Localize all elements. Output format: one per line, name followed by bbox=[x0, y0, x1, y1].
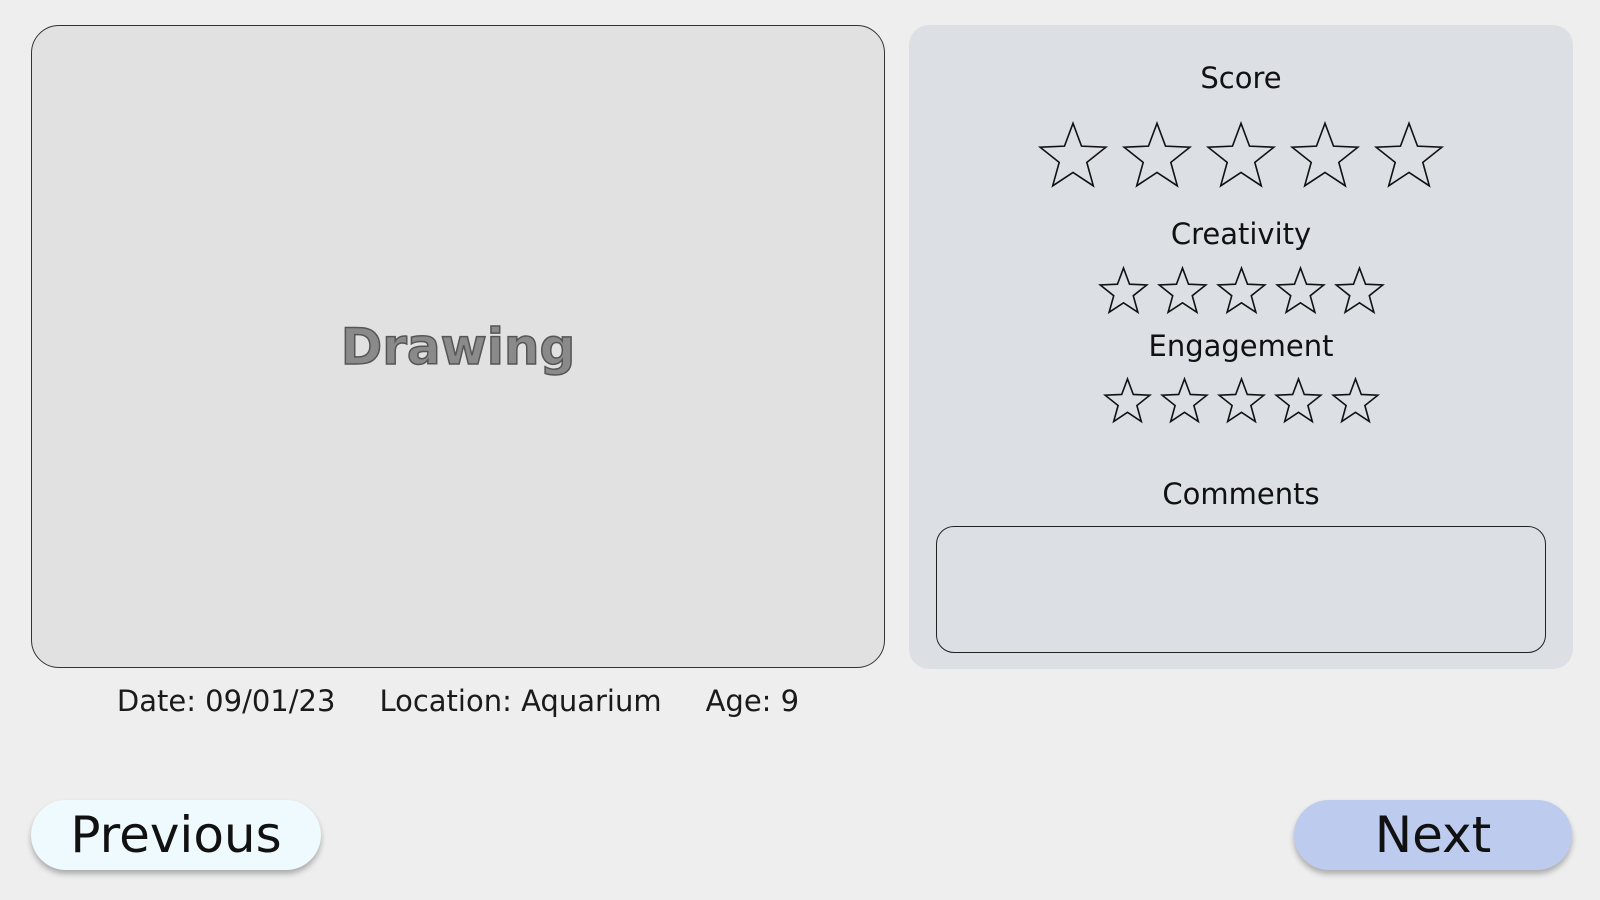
score-title: Score bbox=[1200, 61, 1282, 95]
location-label: Location: Aquarium bbox=[379, 684, 662, 718]
engagement-star-4-icon[interactable] bbox=[1273, 376, 1323, 425]
previous-button[interactable]: Previous bbox=[31, 800, 321, 870]
engagement-star-1-icon[interactable] bbox=[1102, 376, 1152, 425]
creativity-title: Creativity bbox=[1170, 217, 1312, 251]
score-star-2-icon[interactable] bbox=[1121, 119, 1193, 191]
previous-button-label: Previous bbox=[70, 806, 282, 864]
date-label: Date: 09/01/23 bbox=[116, 684, 336, 718]
score-star-4-icon[interactable] bbox=[1289, 119, 1361, 191]
engagement-star-5-icon[interactable] bbox=[1330, 376, 1380, 425]
page: Drawing Date: 09/01/23 Location: Aquariu… bbox=[0, 0, 1600, 900]
age-label: Age: 9 bbox=[705, 684, 800, 718]
drawing-canvas: Drawing bbox=[31, 25, 885, 668]
score-star-rating bbox=[909, 119, 1573, 191]
creativity-star-4-icon[interactable] bbox=[1274, 265, 1326, 316]
next-button-label: Next bbox=[1374, 806, 1492, 864]
engagement-star-2-icon[interactable] bbox=[1159, 376, 1209, 425]
comments-title: Comments bbox=[1162, 477, 1320, 511]
rating-panel: Score Creativity Engagement Comments bbox=[909, 25, 1573, 669]
drawing-metadata: Date: 09/01/23 Location: Aquarium Age: 9 bbox=[31, 684, 885, 718]
score-star-1-icon[interactable] bbox=[1037, 119, 1109, 191]
score-star-3-icon[interactable] bbox=[1205, 119, 1277, 191]
drawing-placeholder-label: Drawing bbox=[340, 317, 576, 377]
creativity-star-2-icon[interactable] bbox=[1156, 265, 1208, 316]
comments-input[interactable] bbox=[936, 526, 1546, 653]
engagement-title: Engagement bbox=[1148, 329, 1334, 363]
creativity-star-3-icon[interactable] bbox=[1215, 265, 1267, 316]
score-star-5-icon[interactable] bbox=[1373, 119, 1445, 191]
engagement-star-rating bbox=[909, 376, 1573, 425]
engagement-star-3-icon[interactable] bbox=[1216, 376, 1266, 425]
creativity-star-rating bbox=[909, 265, 1573, 316]
creativity-star-5-icon[interactable] bbox=[1333, 265, 1385, 316]
creativity-star-1-icon[interactable] bbox=[1097, 265, 1149, 316]
next-button[interactable]: Next bbox=[1294, 800, 1572, 870]
